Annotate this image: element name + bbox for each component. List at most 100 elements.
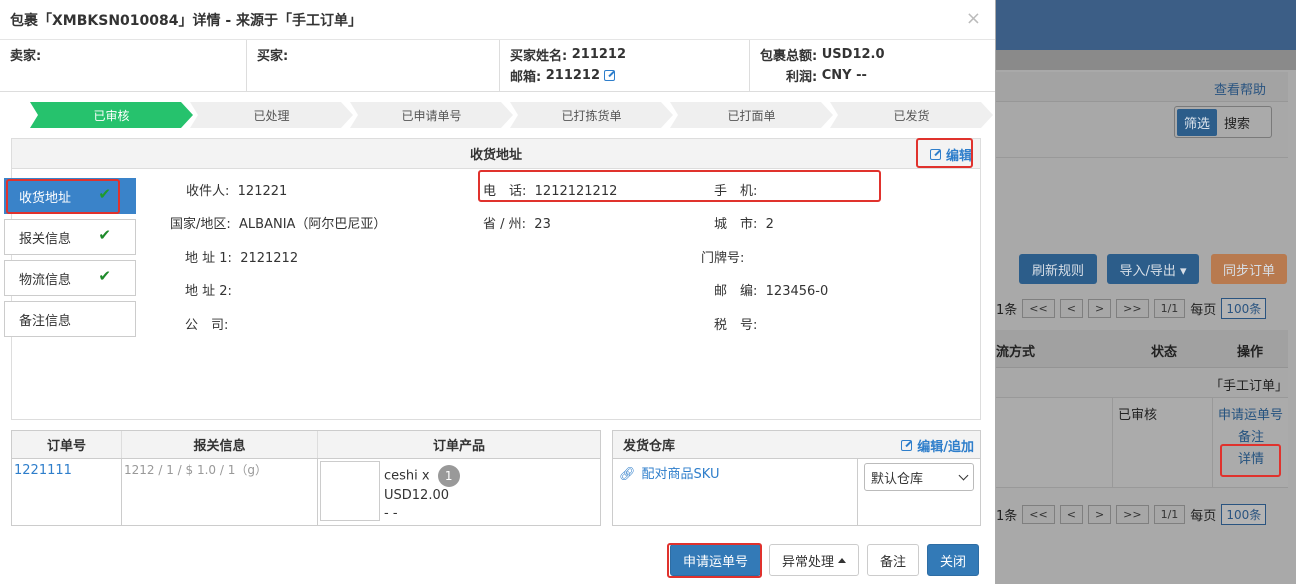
pager-per-label: 每页 [1190,508,1217,524]
company-field: 公 司: [185,314,233,333]
edit-address-link[interactable]: 编辑 [929,139,972,169]
tab-remark-info[interactable]: 备注信息 [4,301,136,337]
email-label: 邮箱: [510,70,542,85]
buyer-name: 211212 [571,47,627,62]
order-row: 1221111 1212 / 1 / $ 1.0 / 1（g） ceshi x … [12,459,600,525]
city-label: 城 市: [714,217,758,232]
row-divider [1212,398,1213,487]
import-export-button[interactable]: 导入/导出 ▾ [1107,254,1199,284]
tax-field: 税 号: [714,314,762,333]
row-divider [1112,398,1113,487]
address1-field: 地 址 1: 2121212 [185,247,298,266]
warehouse-row: 🔗︎ 配对商品SKU 默认仓库 [613,459,980,525]
match-sku-label: 配对商品SKU [641,467,720,482]
order-no-link[interactable]: 1221111 [14,463,72,478]
row-source: 「手工订单」 [1209,379,1288,394]
col-products: 订单产品 [432,439,485,454]
row-apply-link[interactable]: 申请运单号 [1218,404,1283,423]
buyer-cell: 买家: [247,40,500,91]
pager-next-button[interactable]: > [1087,298,1112,318]
tab-customs-info[interactable]: 报关信息 ✔ [4,219,136,255]
buyer-name-line: 买家姓名: 211212 [510,44,739,65]
pager-per-select[interactable]: 100条 [1221,297,1267,319]
edit-append-label: 编辑/追加 [917,439,974,455]
order-table-header: 订单号 报关信息 订单产品 [12,431,600,459]
address-panel-header: 收货地址 编辑 [12,139,980,169]
recipient-label: 收件人: [186,184,230,199]
company-label: 公 司: [185,318,229,333]
filter-tab[interactable]: 筛选 [1177,108,1218,136]
province-field: 省 / 州: 23 [483,213,551,232]
row-detail-link[interactable]: 详情 [1238,448,1264,467]
phone-label: 电 话: [483,184,527,199]
match-sku-cell: 🔗︎ 配对商品SKU [613,459,858,525]
tab-logistics-info[interactable]: 物流信息 ✔ [4,260,136,296]
step-label: 已发货 [830,102,993,128]
pager-first-button[interactable]: << [1022,298,1055,318]
pager-last-button[interactable]: >> [1116,504,1149,524]
warehouse-select-cell: 默认仓库 [858,459,980,525]
close-icon[interactable]: × [966,8,981,29]
tab-shipping-address[interactable]: 收货地址 ✔ [4,178,136,214]
amount-cell: 包裹总额: USD12.0 利润: CNY -- [750,40,995,91]
phone-value: 1212121212 [534,184,618,199]
product-extra: - - [384,506,398,521]
total-label: 包裹总额: [760,49,818,64]
refresh-rules-button[interactable]: 刷新规则 [1019,254,1097,284]
pager-next-button[interactable]: > [1087,504,1112,524]
product-name: ceshi x [384,468,430,484]
check-icon: ✔ [98,267,111,285]
seller-label: 卖家: [10,49,42,64]
edit-append-link[interactable]: 编辑/追加 [901,431,974,459]
profit-line: 利润: CNY -- [760,65,985,86]
pager-prev-button[interactable]: < [1059,504,1083,524]
warehouse-header: 发货仓库 编辑/追加 [613,431,980,459]
product-info: ceshi x 1 USD12.00 - - [384,461,460,523]
pager-last-button[interactable]: >> [1116,298,1149,318]
col-customs: 报关信息 [122,431,318,458]
search-tab[interactable]: 搜索 [1217,109,1257,136]
orders-group-row: 「手工订单」 [996,370,1288,398]
package-detail-modal: 包裹「XMBKSN010084」详情 - 来源于「手工订单」 × 卖家: 买家:… [0,0,996,584]
warehouse-select[interactable]: 默认仓库 [864,463,974,491]
exception-button[interactable]: 异常处理 [768,544,859,576]
pager-first-button[interactable]: << [1022,504,1055,524]
recipient-field: 收件人: 121221 [186,180,287,199]
step-label: 已申请单号 [350,102,513,128]
pager-prev-button[interactable]: < [1059,298,1083,318]
product-price: USD12.00 [384,488,449,503]
country-value: ALBANIA（阿尔巴尼亚） [239,217,387,232]
edit-icon [901,439,913,451]
help-link[interactable]: 查看帮助 [1214,79,1266,98]
pager-bottom: 1条 << < > >> 1/1 每页 100条 [996,502,1267,526]
modal-title: 包裹「XMBKSN010084」详情 - 来源于「手工订单」 [10,12,363,29]
warehouse-select-value: 默认仓库 [871,471,924,487]
row-status: 已审核 [1118,408,1158,423]
edit-icon[interactable] [604,70,616,81]
product-image [320,461,380,521]
orders-table-header: 流方式 状态 操作 [996,330,1288,368]
caret-up-icon [837,557,846,563]
match-sku-link[interactable]: 🔗︎ 配对商品SKU [619,467,719,482]
address2-field: 地 址 2: [185,280,236,299]
apply-tracking-button[interactable]: 申请运单号 [669,544,761,576]
edit-label: 编辑 [945,148,972,164]
address-side-tabs: 收货地址 ✔ 报关信息 ✔ 物流信息 ✔ 备注信息 [4,178,136,342]
filter-search-toggle[interactable]: 筛选 搜索 [1174,106,1272,138]
address-heading: 收货地址 [469,148,522,163]
email-line: 邮箱: 211212 [510,65,739,86]
row-note-link[interactable]: 备注 [1238,426,1264,445]
col-action: 操作 [1237,345,1264,360]
address1-label: 地 址 1: [185,251,232,266]
zip-value: 123456-0 [765,284,829,299]
sync-orders-button[interactable]: 同步订单 [1211,254,1287,284]
close-button[interactable]: 关闭 [926,544,979,576]
note-button[interactable]: 备注 [866,544,919,576]
step-label: 已打拣货单 [510,102,673,128]
pager-page: 1/1 [1153,504,1186,524]
pager-per-select[interactable]: 100条 [1221,503,1267,525]
step-3: 已申请单号 [350,102,513,128]
zip-field: 邮 编: 123456-0 [714,280,828,299]
step-5: 已打面单 [670,102,833,128]
pager-per-label: 每页 [1190,302,1217,318]
